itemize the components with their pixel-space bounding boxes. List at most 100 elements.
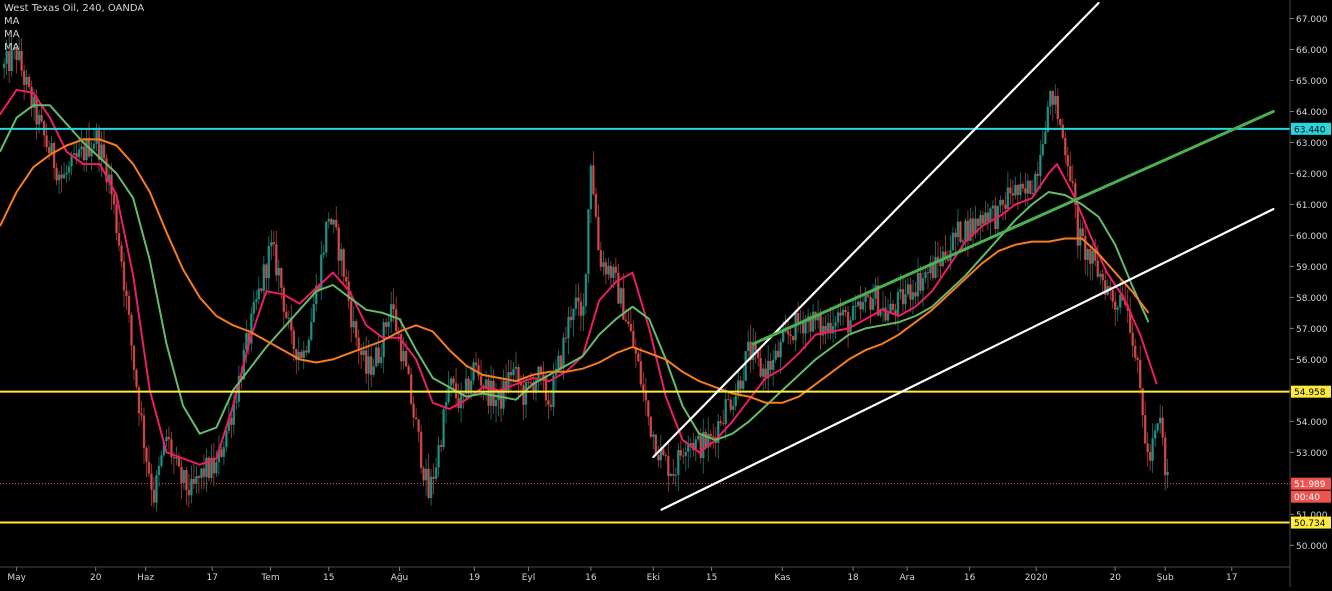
candle-body — [272, 242, 276, 245]
candle-body — [1131, 332, 1134, 346]
candle-body — [364, 350, 368, 374]
candle-body — [412, 403, 415, 418]
candle-body — [664, 455, 668, 457]
level-price-tag-1[interactable]: 63.440 — [1294, 125, 1326, 135]
price-tick-label: 54.000 — [1296, 418, 1328, 428]
candle-body — [592, 165, 595, 194]
candle-body — [911, 292, 915, 300]
candle-body — [202, 468, 206, 477]
candle-body — [647, 400, 650, 417]
candle-body — [856, 301, 860, 306]
candle-body — [924, 272, 927, 279]
candle-body — [841, 309, 845, 316]
level-price-tag-3[interactable]: 50.734 — [1294, 519, 1326, 529]
candle-body — [102, 144, 106, 159]
candle-body — [367, 356, 370, 374]
candle-body — [981, 215, 985, 224]
bar-countdown-tag[interactable]: 00:40 — [1294, 493, 1320, 503]
candle-body — [774, 350, 777, 360]
candle-body — [1101, 273, 1104, 281]
candle-body — [727, 399, 730, 401]
candle-body — [1153, 430, 1157, 439]
candle-body — [961, 240, 965, 242]
candle-body — [1059, 118, 1062, 125]
candle-body — [225, 430, 228, 448]
candle-body — [330, 218, 333, 225]
candle-body — [340, 249, 343, 261]
candle-body — [40, 114, 43, 122]
candle-body — [145, 447, 148, 462]
candle-body — [60, 174, 63, 179]
candle-body — [350, 300, 353, 328]
candle-body — [722, 423, 725, 425]
candle-body — [80, 146, 83, 150]
candle-body — [1166, 472, 1169, 476]
time-tick-label: 17 — [206, 573, 217, 583]
candle-body — [112, 194, 116, 205]
price-tick-label: 60.000 — [1296, 232, 1328, 242]
candle-body — [200, 468, 203, 478]
candle-body — [197, 476, 201, 478]
candle-body — [260, 288, 263, 291]
candle-body — [886, 313, 890, 321]
candle-body — [979, 215, 982, 226]
symbol-title[interactable]: West Texas Oil, 240, OANDA — [4, 2, 144, 15]
candle-body — [607, 265, 610, 275]
candle-body — [984, 212, 987, 224]
price-tick-label: 61.000 — [1296, 201, 1328, 211]
candle-body — [394, 309, 398, 332]
time-tick-label: Eyl — [522, 573, 536, 583]
time-tick-label: Haz — [137, 573, 154, 583]
candle-body — [959, 221, 962, 242]
candle-body — [939, 262, 942, 267]
candle-body — [402, 351, 405, 362]
indicator-label-ma-3[interactable]: MA — [4, 41, 144, 54]
candle-body — [65, 172, 68, 175]
candle-body — [819, 314, 822, 336]
candle-body — [230, 417, 233, 425]
candle-body — [667, 456, 670, 477]
candle-body — [1034, 173, 1037, 193]
candle-body — [310, 322, 313, 340]
current-price-tag[interactable]: 51.989 — [1294, 480, 1326, 490]
candle-body — [55, 167, 58, 181]
candle-body — [1148, 452, 1152, 461]
candle-body — [679, 449, 682, 456]
candle-body — [494, 399, 498, 407]
candle-body — [352, 321, 355, 328]
candle-body — [1066, 155, 1069, 166]
time-tick-label: 20 — [90, 573, 102, 583]
candle-body — [384, 322, 388, 327]
candle-body — [312, 304, 315, 323]
candle-body — [836, 312, 840, 323]
indicator-label-ma-1[interactable]: MA — [4, 15, 144, 28]
candle-body — [851, 306, 855, 321]
candle-body — [971, 218, 975, 234]
level-price-tag-2[interactable]: 54.958 — [1294, 388, 1326, 398]
chart-area[interactable]: 67.000 66.000 65.000 64.000 63.000 62.000 61.0… — [0, 0, 1332, 587]
candle-body — [779, 341, 782, 358]
candle-body — [629, 323, 633, 331]
candle-body — [739, 380, 742, 389]
time-tick-label: 18 — [847, 573, 859, 583]
candle-body — [954, 232, 957, 238]
candle-body — [257, 288, 261, 300]
candle-body — [267, 245, 271, 279]
candle-body — [185, 470, 188, 490]
candle-body — [1024, 188, 1027, 194]
candle-body — [235, 401, 238, 403]
candle-body — [866, 294, 870, 297]
indicator-label-ma-2[interactable]: MA — [4, 28, 144, 41]
candle-body — [1004, 204, 1007, 209]
price-chart[interactable]: 67.000 66.000 65.000 64.000 63.000 62.000 61.0… — [0, 0, 1332, 587]
candle-body — [434, 467, 438, 479]
candle-body — [989, 208, 992, 222]
candle-body — [754, 344, 757, 351]
candle-body — [265, 264, 268, 279]
candle-body — [884, 307, 887, 321]
candle-body — [926, 272, 930, 274]
time-tick-label: Şub — [1157, 573, 1174, 583]
price-tick-label: 50.000 — [1296, 542, 1328, 552]
candle-body — [1016, 184, 1020, 196]
candle-body — [132, 345, 136, 370]
